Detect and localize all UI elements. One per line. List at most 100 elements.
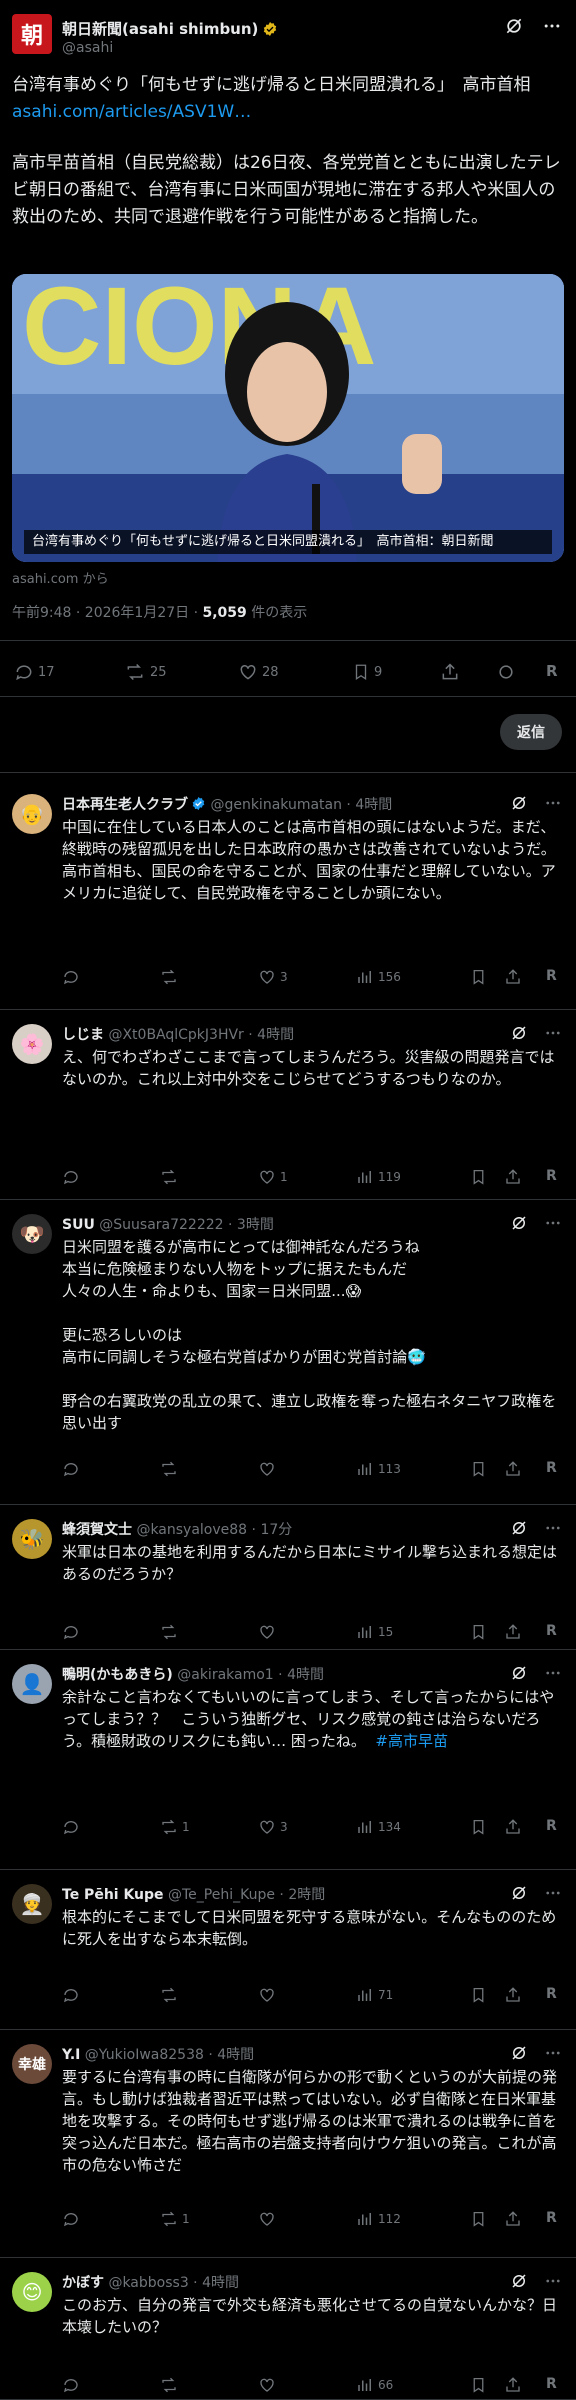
like-action[interactable] <box>258 2210 280 2228</box>
more-options-icon[interactable] <box>544 2044 562 2062</box>
bookmark-action[interactable] <box>470 968 487 986</box>
more-options-icon[interactable] <box>544 1664 562 1682</box>
bookmark-action[interactable] <box>470 1986 487 2004</box>
reply-author-name[interactable]: しじま <box>62 1027 104 1043</box>
reply-action[interactable] <box>62 1168 84 1186</box>
share-action[interactable] <box>504 968 522 986</box>
reply-author-name[interactable]: 鴨明(かもあきら) <box>62 1667 173 1683</box>
reply-author-handle[interactable]: @Xt0BAqlCpkJ3HVr <box>104 1027 243 1043</box>
r-icon[interactable]: R <box>546 2376 557 2392</box>
r-icon[interactable]: R <box>546 1460 557 1476</box>
reply-action[interactable] <box>62 968 84 986</box>
more-options-icon[interactable] <box>544 1519 562 1537</box>
grok-icon[interactable] <box>510 1519 528 1537</box>
bookmark-action[interactable] <box>470 1460 487 1478</box>
reply-author-handle[interactable]: @kabboss3 <box>104 2275 188 2291</box>
r-icon[interactable]: R <box>546 968 557 984</box>
r-icon[interactable]: R <box>546 1986 557 2002</box>
views-action[interactable]: 15 <box>356 1623 393 1641</box>
share-action[interactable] <box>504 2210 522 2228</box>
reply-avatar[interactable]: 😊 <box>12 2272 52 2312</box>
reply-avatar[interactable]: 👳 <box>12 1884 52 1924</box>
like-action[interactable] <box>258 1986 280 2004</box>
article-link[interactable]: asahi.com/articles/ASV1W… <box>12 102 251 122</box>
views-action[interactable]: 156 <box>356 968 401 986</box>
reply-author-handle[interactable]: @Suusara722222 <box>95 1217 223 1233</box>
more-options-icon[interactable] <box>544 1214 562 1232</box>
bookmark-action[interactable] <box>470 2210 487 2228</box>
reply-avatar[interactable]: 幸雄 <box>12 2044 52 2084</box>
r-icon[interactable]: R <box>546 1818 557 1834</box>
more-options-icon[interactable] <box>542 16 562 36</box>
views-action[interactable]: 119 <box>356 1168 401 1186</box>
views-action[interactable]: 71 <box>356 1986 393 2004</box>
r-icon[interactable]: R <box>546 2210 557 2226</box>
asahi-avatar[interactable]: 朝 <box>12 14 52 54</box>
author-name[interactable]: 朝日新聞(asahi shimbun) <box>62 18 278 39</box>
link-source[interactable]: asahi.com から <box>12 568 109 587</box>
reply-author-handle[interactable]: @akirakamo1 <box>173 1667 273 1683</box>
like-action[interactable]: 1 <box>258 1168 288 1186</box>
grok-icon[interactable] <box>510 2272 528 2290</box>
like-action[interactable]: 3 <box>258 968 288 986</box>
share-action[interactable] <box>504 2376 522 2394</box>
views-action[interactable]: 66 <box>356 2376 393 2394</box>
hashtag-link[interactable]: #高市早苗 <box>375 1732 448 1750</box>
like-action[interactable] <box>258 1623 280 1641</box>
grok-icon[interactable] <box>510 1214 528 1232</box>
grok-icon[interactable] <box>510 1664 528 1682</box>
reply-author-handle[interactable]: @Te_Pehi_Kupe <box>164 1887 275 1903</box>
bookmark-action[interactable] <box>470 1168 487 1186</box>
reply-author-name[interactable]: 日本再生老人クラブ <box>62 797 188 813</box>
reply-timestamp[interactable]: · 4時間 <box>189 2275 239 2291</box>
more-options-icon[interactable] <box>544 1024 562 1042</box>
reply-author-handle[interactable]: @kansyalove88 <box>132 1522 247 1538</box>
reply-author-name[interactable]: Te Pēhi Kupe <box>62 1887 164 1903</box>
reply-avatar[interactable]: 🌸 <box>12 1024 52 1064</box>
repost-action[interactable]: 1 <box>160 1818 190 1836</box>
reply-avatar[interactable]: 👤 <box>12 1664 52 1704</box>
grok-icon[interactable] <box>510 2044 528 2062</box>
grok-icon[interactable] <box>510 1024 528 1042</box>
reply-timestamp[interactable]: · 3時間 <box>224 1217 274 1233</box>
more-options-icon[interactable] <box>544 794 562 812</box>
like-action[interactable]: 28 <box>238 662 279 682</box>
reply-button[interactable]: 返信 <box>500 714 562 750</box>
repost-action[interactable]: 1 <box>160 2210 190 2228</box>
reply-timestamp[interactable]: · 2時間 <box>275 1887 325 1903</box>
reply-timestamp[interactable]: · 4時間 <box>274 1667 324 1683</box>
more-options-icon[interactable] <box>544 1884 562 1902</box>
reply-avatar[interactable]: 👴 <box>12 794 52 834</box>
reply-author-handle[interactable]: @YukioIwa82538 <box>80 2047 204 2063</box>
reply-author-name[interactable]: かぼす <box>62 2275 104 2291</box>
bookmark-action[interactable]: 9 <box>352 662 382 682</box>
circle-action[interactable] <box>496 662 516 682</box>
views-action[interactable]: 112 <box>356 2210 401 2228</box>
grok-icon[interactable] <box>510 794 528 812</box>
reply-timestamp[interactable]: · 17分 <box>247 1522 293 1538</box>
reply-timestamp[interactable]: · 4時間 <box>342 797 392 813</box>
reply-author-name[interactable]: SUU <box>62 1217 95 1233</box>
repost-action[interactable] <box>160 1986 182 2004</box>
reply-author-name[interactable]: Y.I <box>62 2047 80 2063</box>
like-action[interactable] <box>258 2376 280 2394</box>
views-action[interactable]: 134 <box>356 1818 401 1836</box>
like-action[interactable] <box>258 1460 280 1478</box>
bookmark-action[interactable] <box>470 1818 487 1836</box>
grok-icon[interactable] <box>504 16 524 36</box>
reply-action[interactable] <box>62 1460 84 1478</box>
repost-action[interactable]: 25 <box>124 662 167 682</box>
grok-icon[interactable] <box>510 1884 528 1902</box>
share-action[interactable] <box>504 1986 522 2004</box>
reply-action[interactable] <box>62 1623 84 1641</box>
reply-author-name[interactable]: 蜂須賀文士 <box>62 1522 132 1538</box>
share-action[interactable] <box>440 662 460 682</box>
reply-author-handle[interactable]: @genkinakumatan <box>206 797 342 813</box>
bookmark-action[interactable] <box>470 2376 487 2394</box>
share-action[interactable] <box>504 1818 522 1836</box>
reply-action[interactable]: 17 <box>14 662 55 682</box>
reply-timestamp[interactable]: · 4時間 <box>204 2047 254 2063</box>
r-icon[interactable]: R <box>546 1623 557 1639</box>
repost-action[interactable] <box>160 2376 182 2394</box>
reply-action[interactable] <box>62 1818 84 1836</box>
